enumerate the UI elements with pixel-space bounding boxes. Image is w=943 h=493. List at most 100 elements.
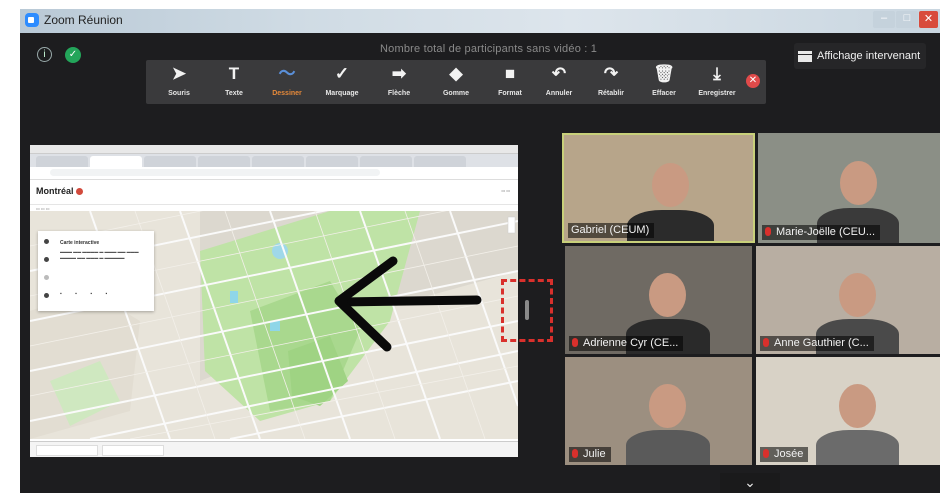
browser-tab[interactable] bbox=[306, 156, 358, 167]
tool-format[interactable]: ■ Format bbox=[482, 60, 538, 104]
minimize-button[interactable]: – bbox=[873, 11, 895, 28]
tool-undo[interactable]: ↶ Annuler bbox=[531, 60, 587, 104]
url-field[interactable] bbox=[50, 169, 380, 176]
participant-tile[interactable]: Adrienne Cyr (CE... bbox=[565, 246, 752, 354]
browser-address-bar[interactable] bbox=[30, 167, 518, 180]
participant-name-label: Marie-Joëlle (CEU... bbox=[762, 225, 881, 240]
participant-video-head bbox=[649, 273, 686, 317]
participant-video-head bbox=[649, 384, 686, 428]
site-header: Montréal ▭ ▭ bbox=[30, 180, 518, 205]
muted-mic-icon bbox=[572, 449, 578, 458]
site-logo[interactable]: Montréal bbox=[36, 186, 83, 196]
download-item[interactable] bbox=[102, 445, 164, 456]
participant-name-label: Anne Gauthier (C... bbox=[760, 336, 874, 351]
draw-icon: 〜 bbox=[278, 64, 296, 83]
participant-tile[interactable]: Josée bbox=[756, 357, 940, 465]
tool-trash[interactable]: 🗑 Effacer bbox=[636, 60, 692, 104]
grid-view-icon bbox=[798, 50, 812, 62]
panel-bullet-icon bbox=[44, 239, 49, 244]
map-panel-title: Carte interactive bbox=[60, 240, 100, 246]
participant-name-label: Gabriel (CEUM) bbox=[568, 223, 655, 238]
zoom-window: Zoom Réunion – □ ✕ i ✓ Nombre total de p… bbox=[20, 9, 940, 493]
chevron-down-icon[interactable]: ⌄ bbox=[720, 473, 780, 493]
window-title: Zoom Réunion bbox=[44, 13, 123, 27]
browser-tab[interactable] bbox=[144, 156, 196, 167]
panel-bullet-icon bbox=[44, 293, 49, 298]
participant-name-label: Adrienne Cyr (CE... bbox=[569, 336, 684, 351]
participant-tile[interactable]: Anne Gauthier (C... bbox=[756, 246, 940, 354]
map-info-panel: Carte interactive ▬▬▬ ▬▬ ▬▬▬▬ ▬ ▬▬▬ ▬▬ ▬… bbox=[38, 231, 154, 311]
participant-name: Adrienne Cyr (CE... bbox=[583, 337, 679, 349]
muted-mic-icon bbox=[763, 449, 769, 458]
tool-draw[interactable]: 〜 Dessiner bbox=[259, 60, 315, 104]
browser-tab[interactable] bbox=[36, 156, 88, 167]
checkmark-icon: ✓ bbox=[334, 64, 350, 83]
participants-without-video-note[interactable]: Nombre total de participants sans vidéo … bbox=[380, 43, 597, 55]
panel-bullet-icon bbox=[44, 257, 49, 262]
participant-tile[interactable]: Julie bbox=[565, 357, 752, 465]
save-icon: ⤓ bbox=[713, 64, 721, 83]
tool-label: Souris bbox=[168, 90, 190, 97]
participant-video-body bbox=[816, 430, 899, 465]
map-panel-text: ▬▬▬ ▬▬ ▬▬▬▬ ▬ ▬▬▬ ▬▬ ▬▬▬ ▬▬▬▬ ▬▬ ▬▬▬ ▬ ▬… bbox=[60, 249, 139, 260]
download-item[interactable] bbox=[36, 445, 98, 456]
mouse-pointer-icon: ➤ bbox=[171, 64, 187, 83]
tool-label: Enregistrer bbox=[698, 90, 736, 97]
muted-mic-icon bbox=[572, 338, 578, 347]
title-bar: Zoom Réunion – □ ✕ bbox=[20, 9, 940, 33]
site-nav[interactable]: ▭ ▭ bbox=[501, 188, 510, 193]
participant-name-label: Josée bbox=[760, 447, 809, 462]
undo-icon: ↶ bbox=[551, 64, 567, 83]
tool-save[interactable]: ⤓ Enregistrer bbox=[689, 60, 745, 104]
download-bar bbox=[30, 441, 518, 457]
security-shield-icon[interactable]: ✓ bbox=[65, 47, 81, 63]
participant-name: Anne Gauthier (C... bbox=[774, 337, 869, 349]
tool-eraser[interactable]: ◆ Gomme bbox=[428, 60, 484, 104]
speaker-view-button[interactable]: Affichage intervenant bbox=[794, 43, 927, 69]
participant-name: Gabriel (CEUM) bbox=[571, 224, 650, 236]
eraser-icon: ◆ bbox=[449, 64, 463, 83]
browser-tab[interactable] bbox=[198, 156, 250, 167]
tool-text[interactable]: T Texte bbox=[206, 60, 262, 104]
split-resize-handle[interactable] bbox=[501, 279, 553, 342]
annotation-toolbar: ➤ Souris T Texte 〜 Dessiner ✓ Marquage ➡ Flèche ◆ G… bbox=[146, 60, 766, 104]
info-icon[interactable]: i bbox=[37, 47, 52, 62]
participant-video-head bbox=[840, 161, 877, 205]
close-annotation-icon[interactable]: ✕ bbox=[746, 74, 760, 88]
tool-label: Flèche bbox=[387, 90, 411, 97]
tool-label: Dessiner bbox=[272, 90, 302, 97]
participant-video-head bbox=[839, 273, 876, 317]
arrow-icon: ➡ bbox=[391, 64, 407, 83]
tool-label: Marquage bbox=[325, 90, 359, 97]
muted-mic-icon bbox=[765, 227, 771, 236]
participant-tile[interactable]: Gabriel (CEUM) bbox=[562, 133, 755, 243]
tool-arrow[interactable]: ➡ Flèche bbox=[371, 60, 427, 104]
browser-tab[interactable] bbox=[414, 156, 466, 167]
browser-tab[interactable] bbox=[252, 156, 304, 167]
resize-grip-icon bbox=[525, 300, 529, 320]
tool-label: Effacer bbox=[652, 90, 676, 97]
tool-redo[interactable]: ↷ Rétablir bbox=[583, 60, 639, 104]
trash-icon: 🗑 bbox=[653, 64, 675, 83]
participant-video-body bbox=[626, 430, 710, 465]
participant-name: Josée bbox=[774, 448, 804, 460]
tool-label: Rétablir bbox=[597, 90, 625, 97]
speaker-view-label: Affichage intervenant bbox=[817, 50, 921, 62]
tool-checkmark[interactable]: ✓ Marquage bbox=[314, 60, 370, 104]
close-window-button[interactable]: ✕ bbox=[919, 11, 938, 28]
participant-tile[interactable]: Marie-Joëlle (CEU... bbox=[758, 133, 940, 243]
tool-label: Format bbox=[498, 90, 522, 97]
browser-tab[interactable] bbox=[360, 156, 412, 167]
browser-tab-strip bbox=[30, 154, 518, 167]
browser-tab[interactable] bbox=[90, 156, 142, 167]
panel-bullet-icon bbox=[44, 275, 49, 280]
muted-mic-icon bbox=[763, 338, 769, 347]
participant-video-head bbox=[839, 384, 876, 428]
tool-mouse-pointer[interactable]: ➤ Souris bbox=[151, 60, 207, 104]
tool-label: Annuler bbox=[545, 90, 573, 97]
tool-label: Texte bbox=[225, 90, 243, 97]
map-panel-buttons[interactable]: ▪ ▪ ▪ ▪ bbox=[60, 291, 113, 297]
maximize-button[interactable]: □ bbox=[896, 11, 918, 28]
text-icon: T bbox=[228, 64, 240, 83]
annotation-arrow-drawing bbox=[334, 256, 482, 352]
